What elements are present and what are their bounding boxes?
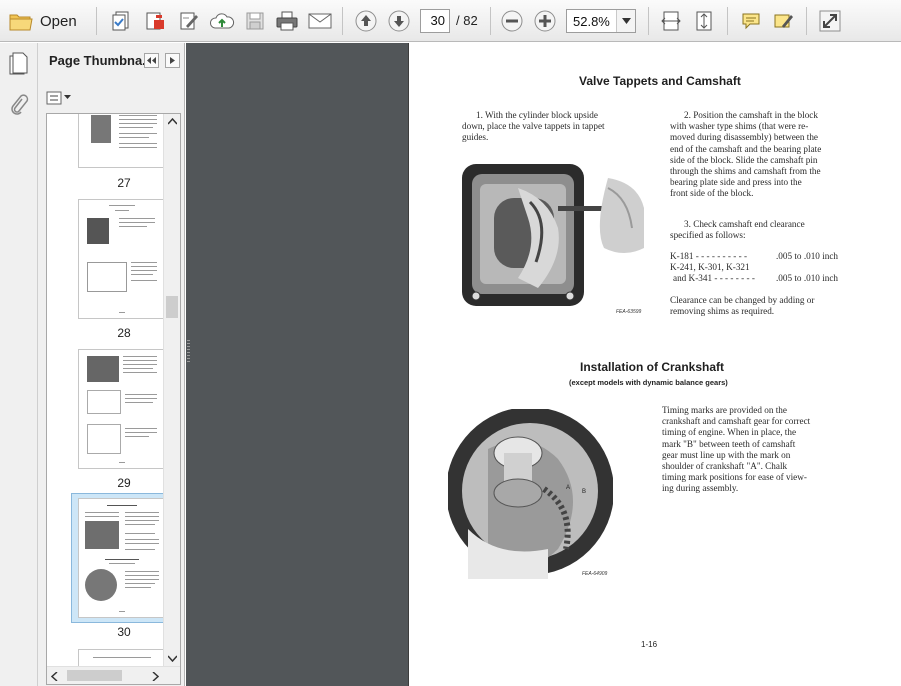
save-button[interactable]	[242, 7, 268, 35]
chevron-down-icon[interactable]	[616, 10, 635, 32]
expand-panel-button[interactable]	[165, 53, 180, 68]
thumbnail-label: 30	[117, 625, 131, 639]
open-label: Open	[40, 12, 77, 30]
zoom-in-icon	[534, 10, 556, 32]
thumbnail-list[interactable]: 27 28 29 30	[46, 113, 181, 685]
chevron-right-icon[interactable]	[152, 672, 159, 681]
double-chevron-left-icon	[147, 57, 156, 64]
thumbnail-label: 29	[117, 476, 131, 490]
spec-value-2: .005 to .010 inch	[776, 273, 839, 283]
page-up-icon	[355, 10, 377, 32]
zoom-value: 52.8%	[573, 14, 610, 29]
paperclip-icon	[11, 94, 29, 115]
thumbnail-page-28[interactable]	[78, 199, 164, 319]
next-page-button[interactable]	[386, 7, 412, 35]
toolbar: Open 30 / 82 52.8%	[0, 0, 901, 42]
print-button[interactable]	[273, 7, 301, 35]
highlight-button[interactable]	[771, 7, 797, 35]
page-thumbnails-tab[interactable]	[8, 51, 30, 80]
page-down-icon	[388, 10, 410, 32]
collapse-panel-button[interactable]	[144, 53, 159, 68]
step-1-text: 1. With the cylinder block upside down, …	[462, 110, 605, 143]
figure-2-label-b: B	[582, 489, 587, 495]
figure-2-caption: FEA-64909	[582, 571, 608, 577]
camshaft-photo	[458, 158, 644, 318]
section-heading: Valve Tappets and Camshaft	[579, 74, 741, 88]
convert-button[interactable]	[142, 7, 168, 35]
thumbnail-options-button[interactable]	[46, 90, 72, 106]
comment-button[interactable]	[738, 7, 764, 35]
figure-1-caption: FEA-63599	[616, 309, 642, 315]
spec-row-1: K-181 - - - - - - - - - -	[670, 251, 748, 261]
thumbnail-page-27[interactable]	[78, 114, 164, 168]
section-heading: Installation of Crankshaft	[580, 360, 725, 374]
thumbnail-page-30[interactable]	[78, 498, 164, 618]
chevron-right-icon	[169, 57, 175, 64]
fit-page-button[interactable]	[691, 7, 717, 35]
timing-marks-text: Timing marks are provided on the cranksh…	[662, 405, 811, 494]
page-number: 1-16	[641, 640, 658, 649]
fit-width-button[interactable]	[658, 7, 684, 35]
navigation-strip	[0, 43, 38, 686]
page-number-input[interactable]: 30	[420, 9, 450, 33]
scrollbar-thumb[interactable]	[67, 670, 122, 681]
email-button[interactable]	[306, 7, 334, 35]
comment-icon	[742, 13, 760, 30]
create-pdf-icon	[112, 11, 129, 31]
chevron-down-icon[interactable]	[168, 655, 177, 662]
document-page: Valve Tappets and Camshaft 1. With the c…	[408, 43, 901, 686]
open-button[interactable]: Open	[8, 7, 84, 35]
spec-row-2-line-1: K-241, K-301, K-321	[670, 262, 750, 272]
step-2-text: 2. Position the camshaft in the block wi…	[670, 110, 822, 199]
clearance-note: Clearance can be changed by adding or re…	[670, 295, 815, 317]
zoom-in-button[interactable]	[532, 7, 558, 35]
chevron-up-icon[interactable]	[168, 118, 177, 125]
print-icon	[276, 11, 298, 31]
fit-page-icon	[696, 11, 712, 31]
email-icon	[308, 13, 332, 29]
fit-width-icon	[661, 11, 681, 31]
figure-2-label-a: A	[566, 485, 571, 491]
section-subheading: (except models with dynamic balance gear…	[569, 378, 728, 387]
crankshaft-photo	[448, 409, 613, 579]
thumbnail-scrollbar[interactable]	[163, 114, 180, 666]
pages-icon	[9, 52, 28, 75]
attachments-tab[interactable]	[8, 93, 30, 122]
spec-row-2-line-2: and K-341 - - - - - - - -	[673, 273, 755, 283]
chevron-left-icon[interactable]	[51, 672, 58, 681]
scrollbar-thumb[interactable]	[166, 296, 178, 318]
thumbnail-label: 27	[117, 176, 131, 190]
panel-resize-grip[interactable]	[187, 340, 190, 362]
cloud-upload-button[interactable]	[208, 7, 236, 35]
convert-icon	[146, 12, 164, 30]
folder-icon	[9, 14, 33, 31]
thumbnail-horizontal-scrollbar[interactable]	[47, 666, 180, 684]
zoom-out-button[interactable]	[499, 7, 525, 35]
spec-value-1: .005 to .010 inch	[776, 251, 839, 261]
page-total: / 82	[456, 13, 478, 28]
save-icon	[246, 12, 264, 30]
highlight-icon	[774, 14, 793, 28]
fullscreen-button[interactable]	[816, 7, 844, 35]
chevron-down-icon	[64, 95, 71, 99]
document-background	[186, 43, 408, 686]
options-list-icon	[46, 91, 62, 105]
cloud-upload-icon	[209, 13, 235, 29]
previous-page-button[interactable]	[353, 7, 379, 35]
panel-title: Page Thumbna...	[49, 53, 154, 68]
thumbnail-label: 28	[117, 326, 131, 340]
create-pdf-button[interactable]	[108, 7, 134, 35]
sign-button[interactable]	[176, 7, 202, 35]
zoom-select[interactable]: 52.8%	[566, 9, 636, 33]
step-3-text: 3. Check camshaft end clearance specifie…	[670, 219, 805, 241]
sign-icon	[180, 12, 198, 30]
thumbnail-panel: Page Thumbna... 27 28 29 30	[38, 43, 185, 686]
fullscreen-icon	[819, 10, 841, 32]
thumbnail-page-29[interactable]	[78, 349, 164, 469]
zoom-out-icon	[501, 10, 523, 32]
